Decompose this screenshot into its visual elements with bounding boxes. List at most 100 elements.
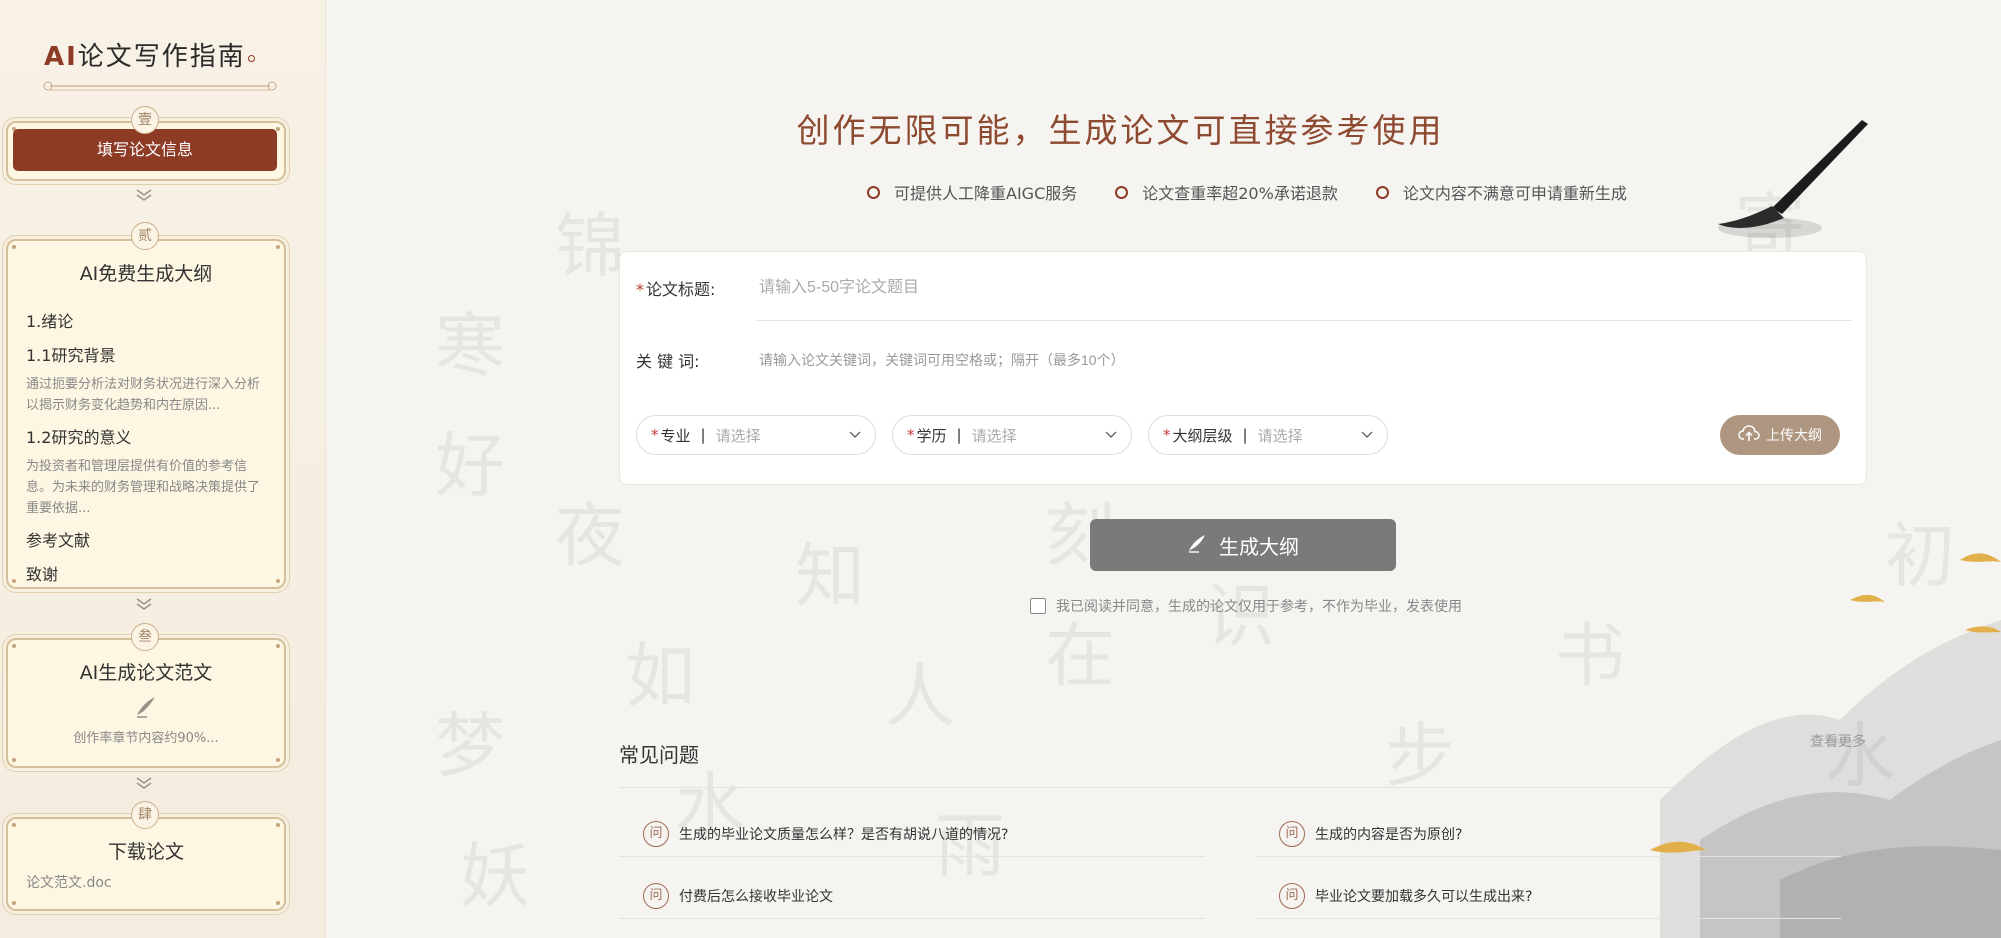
- required-asterisk: *: [1163, 426, 1171, 444]
- thesis-form: *论文标题: 关 键 词: * 专业 | 请选择 * 学历 | 请选择 * 大纲…: [619, 251, 1871, 485]
- hero-title: 创作无限可能，生成论文可直接参考使用: [796, 111, 1445, 150]
- feature-text: 可提供人工降重AIGC服务: [894, 184, 1078, 203]
- step-badge-3: 叁: [131, 623, 159, 651]
- generate-outline-label: 生成大纲: [1219, 534, 1299, 559]
- major-select[interactable]: * 专业 | 请选择: [636, 415, 876, 455]
- step-badge-4: 肆: [131, 801, 159, 829]
- required-asterisk: *: [651, 426, 659, 444]
- chevron-down-icon: [1105, 428, 1117, 442]
- corner-dot: [12, 823, 16, 827]
- required-asterisk: *: [907, 426, 915, 444]
- logo-ai: AI: [44, 42, 78, 72]
- faq-question: 付费后怎么接收毕业论文: [679, 888, 833, 905]
- degree-select-label: 学历: [916, 426, 947, 445]
- select-separator: |: [1242, 426, 1248, 444]
- step-card-3[interactable]: AI生成论文范文 创作率章节内容约90%...: [6, 638, 286, 768]
- sample-card-desc: 创作率章节内容约90%...: [73, 731, 219, 746]
- faq-question: 生成的毕业论文质量怎么样？是否有胡说八道的情况?: [679, 826, 1009, 843]
- outline-list: 1.绪论 1.1研究背景 通过扼要分析法对财务状况进行深入分析以揭示财务变化趋势…: [8, 286, 284, 585]
- question-icon: 问: [1279, 820, 1305, 847]
- feature-item: 论文查重率超20%承诺退款: [1115, 180, 1338, 204]
- feature-list: 可提供人工降重AIGC服务 论文查重率超20%承诺退款 论文内容不满意可申请重新…: [867, 180, 1627, 204]
- step-card-2[interactable]: AI免费生成大纲 1.绪论 1.1研究背景 通过扼要分析法对财务状况进行深入分析…: [6, 239, 286, 589]
- question-icon: 问: [1279, 882, 1305, 909]
- major-select-placeholder: 请选择: [715, 426, 761, 445]
- sample-card-title: AI生成论文范文: [79, 662, 213, 684]
- brush-icon: [8, 693, 284, 723]
- outline-card-title: AI免费生成大纲: [79, 263, 213, 285]
- download-file-name[interactable]: 论文范文.doc: [26, 872, 284, 892]
- faq-question: 毕业论文要加载多久可以生成出来?: [1315, 888, 1533, 905]
- chevron-down-icon: [134, 188, 154, 204]
- agreement-row: 我已阅读并同意，生成的论文仅用于参考，不作为毕业，发表使用: [1030, 596, 1462, 616]
- faq-question: 生成的内容是否为原创?: [1315, 826, 1463, 843]
- degree-select-placeholder: 请选择: [971, 426, 1017, 445]
- title-label-text: 论文标题:: [646, 280, 716, 299]
- chevron-down-icon: [849, 428, 861, 442]
- app-logo[interactable]: AI论文写作指南: [44, 36, 255, 73]
- corner-dot: [276, 901, 280, 905]
- cloud-upload-icon: [1738, 424, 1760, 446]
- agreement-checkbox[interactable]: [1030, 598, 1046, 614]
- corner-dot: [12, 579, 16, 583]
- bullet-ring-icon: [867, 185, 880, 199]
- corner-dot: [12, 644, 16, 648]
- required-asterisk: *: [636, 280, 644, 299]
- corner-dot: [12, 758, 16, 762]
- scroll-ornament-icon: [43, 81, 277, 91]
- outline-heading: 1.1研究背景: [26, 346, 116, 365]
- degree-select[interactable]: * 学历 | 请选择: [892, 415, 1132, 455]
- select-separator: |: [700, 426, 706, 444]
- major-select-label: 专业: [660, 426, 691, 445]
- corner-dot: [12, 245, 16, 249]
- outline-heading: 致谢: [26, 565, 59, 584]
- upload-outline-label: 上传大纲: [1766, 428, 1822, 444]
- chevron-down-icon: [134, 776, 154, 792]
- feature-text: 论文内容不满意可申请重新生成: [1402, 184, 1627, 203]
- keyword-input[interactable]: [757, 345, 1661, 375]
- outline-level-select[interactable]: * 大纲层级 | 请选择: [1148, 415, 1388, 455]
- outline-text: 为投资者和管理层提供有价值的参考信息。为未来的财务管理和战略决策提供了重要依据.…: [26, 459, 261, 516]
- step-badge-2: 贰: [131, 222, 159, 250]
- corner-dot: [276, 758, 280, 762]
- faq-item[interactable]: 问 生成的毕业论文质量怎么样？是否有胡说八道的情况?: [619, 811, 1205, 857]
- question-icon: 问: [643, 882, 669, 909]
- generate-outline-button[interactable]: 生成大纲: [1090, 519, 1396, 571]
- outline-heading: 1.绪论: [26, 312, 74, 331]
- fill-info-step-button[interactable]: 填写论文信息: [13, 129, 277, 171]
- faq-item[interactable]: 问 毕业论文要加载多久可以生成出来?: [1255, 873, 1841, 919]
- outline-level-select-label: 大纲层级: [1172, 426, 1233, 445]
- corner-dot: [276, 644, 280, 648]
- select-separator: |: [956, 426, 962, 444]
- feature-text: 论文查重率超20%承诺退款: [1142, 184, 1338, 203]
- form-divider: [757, 320, 1852, 321]
- corner-dot: [276, 823, 280, 827]
- download-card-title: 下载论文: [107, 841, 184, 863]
- chevron-down-icon: [134, 597, 154, 613]
- title-label: * 论文标题:: [636, 276, 715, 300]
- faq-title: 常见问题: [619, 743, 699, 767]
- corner-dot: [276, 579, 280, 583]
- faq-item[interactable]: 问 付费后怎么接收毕业论文: [619, 873, 1205, 919]
- chevron-down-icon: [1361, 428, 1373, 442]
- faq-item[interactable]: 问 生成的内容是否为原创?: [1255, 811, 1841, 857]
- logo-text: 论文写作指南: [77, 42, 246, 72]
- step-card-4[interactable]: 下载论文 论文范文.doc: [6, 817, 286, 911]
- question-icon: 问: [643, 820, 669, 847]
- outline-heading: 1.2研究的意义: [26, 428, 132, 447]
- outline-level-select-placeholder: 请选择: [1257, 426, 1303, 445]
- logo-dot-icon: [247, 54, 255, 62]
- corner-dot: [276, 245, 280, 249]
- feature-item: 可提供人工降重AIGC服务: [867, 180, 1077, 204]
- upload-outline-button[interactable]: 上传大纲: [1720, 415, 1840, 455]
- step-badge-1: 壹: [131, 106, 159, 134]
- bullet-ring-icon: [1375, 185, 1389, 199]
- bullet-ring-icon: [1115, 185, 1129, 199]
- brush-icon: [1187, 533, 1207, 558]
- faq-more-link[interactable]: 查看更多: [1810, 731, 1866, 751]
- title-input[interactable]: [757, 272, 1871, 304]
- keyword-label: 关 键 词:: [636, 352, 700, 371]
- corner-dot: [12, 901, 16, 905]
- outline-heading: 参考文献: [26, 531, 91, 550]
- agreement-text: 我已阅读并同意，生成的论文仅用于参考，不作为毕业，发表使用: [1056, 599, 1462, 615]
